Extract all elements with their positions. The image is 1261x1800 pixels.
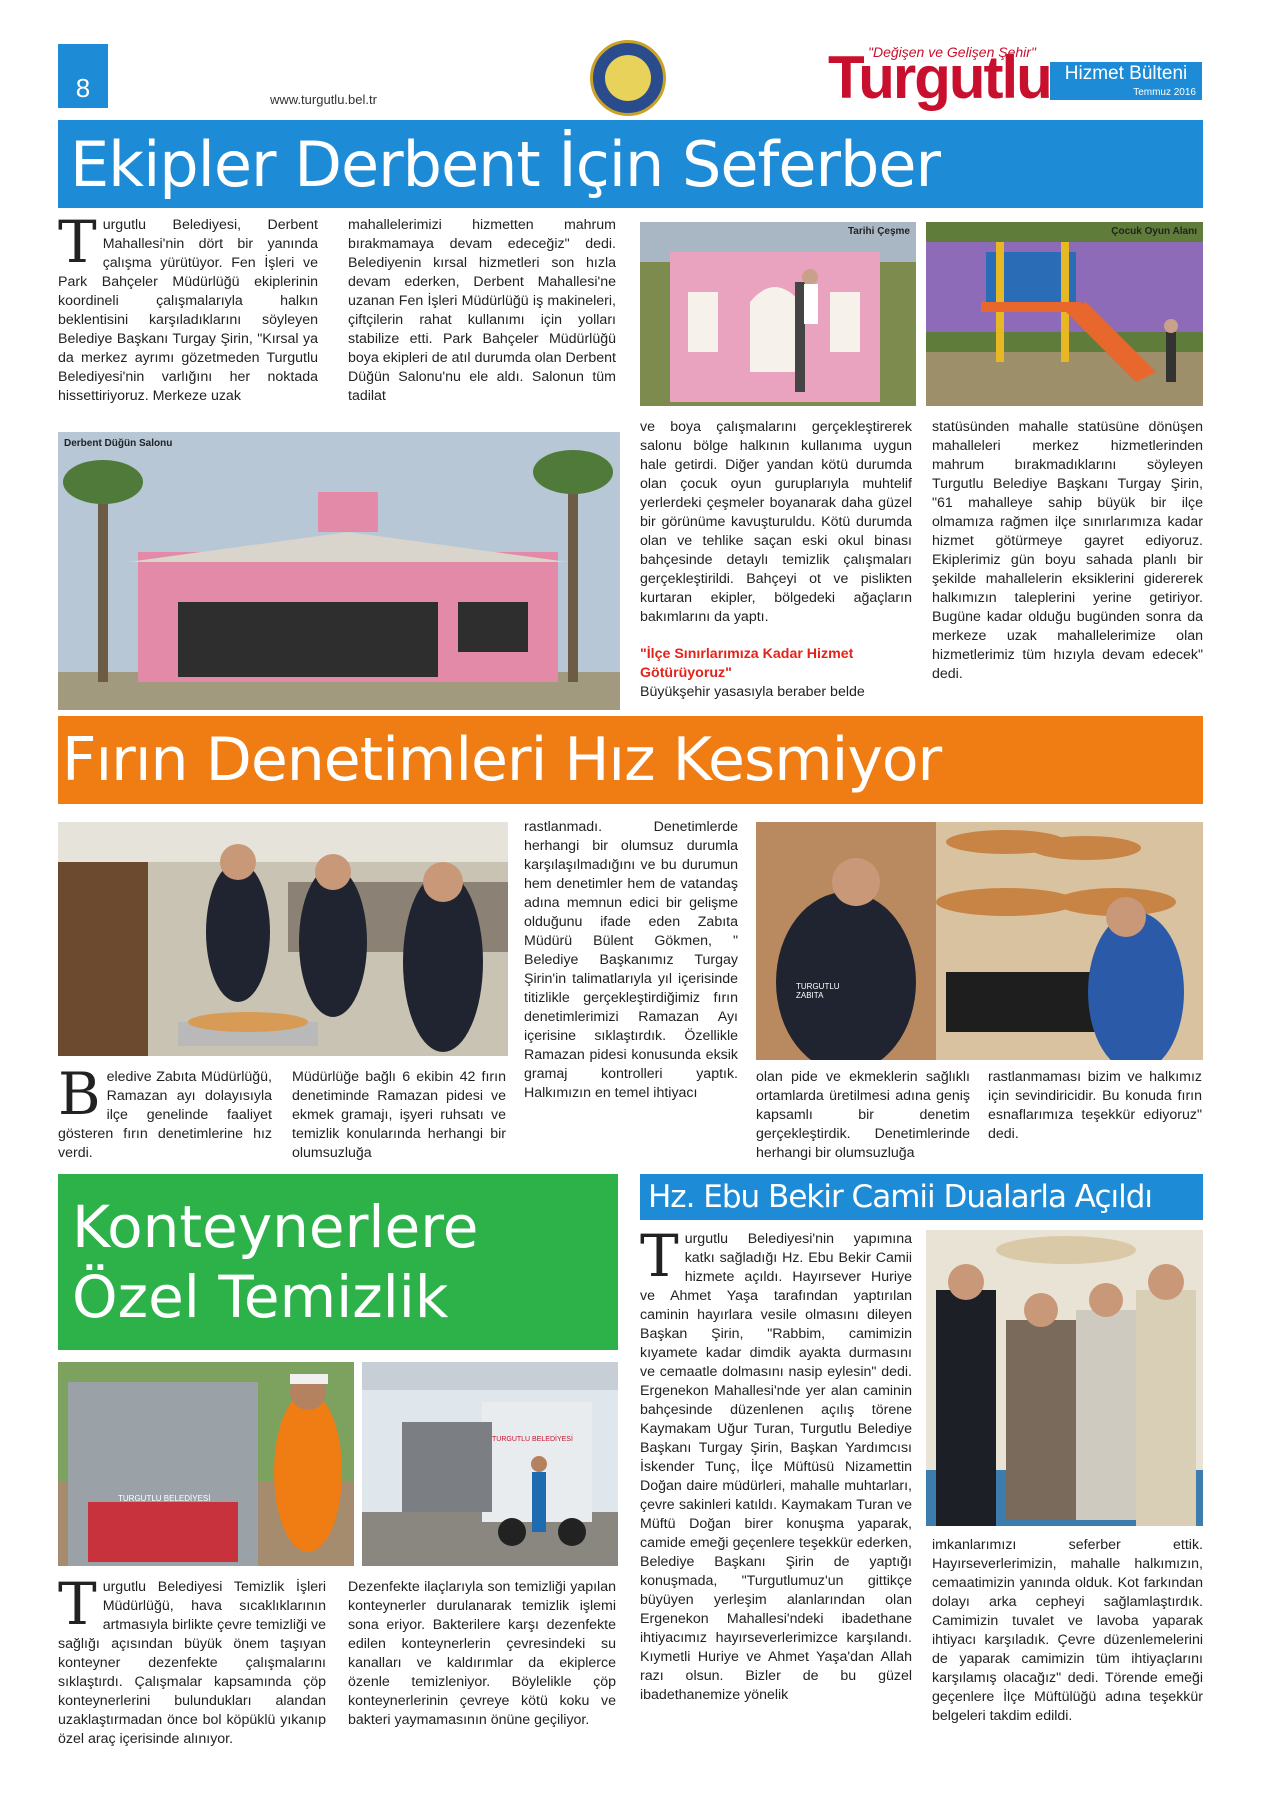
playground-photo: Çocuk Oyun Alanı bbox=[926, 222, 1203, 406]
website-url[interactable]: www.turgutlu.bel.tr bbox=[270, 92, 377, 107]
municipality-seal-logo bbox=[590, 40, 666, 116]
truck-brand-label: TURGUTLU BELEDİYESİ bbox=[492, 1436, 573, 1443]
article4-col2: imkanlarımızı seferber ettik. Hayırsever… bbox=[932, 1537, 1203, 1724]
drop-cap: B bbox=[58, 1060, 101, 1128]
article1-col4: statüsünden mahalle statüsüne dönüşen ma… bbox=[932, 419, 1203, 682]
article1-subheading: "İlçe Sınırlarımıza Kadar Hizmet Götürüy… bbox=[640, 646, 854, 681]
bulletin-title: Hizmet Bülteni bbox=[1050, 62, 1202, 86]
washing-truck-photo: TURGUTLU BELEDİYESİ bbox=[362, 1362, 618, 1566]
article3-headline-line1: Konteynerlere bbox=[72, 1193, 479, 1261]
article2-col3: rastlanmadı. Denetimlerde herhangi bir o… bbox=[524, 819, 738, 1101]
page-number: 8 bbox=[58, 44, 108, 108]
article2-col5: rastlanmaması bizim ve halkımız için sev… bbox=[988, 1069, 1202, 1142]
drop-cap: T bbox=[58, 1570, 97, 1638]
bakery-inspection-photo-1 bbox=[58, 822, 508, 1056]
container-brand-label: TURGUTLU BELEDİYESİ bbox=[118, 1494, 211, 1503]
caption-wedding-hall: Derbent Düğün Salonu bbox=[64, 438, 173, 449]
fountain-photo: Tarihi Çeşme bbox=[640, 222, 916, 406]
drop-cap: T bbox=[58, 208, 97, 276]
article3-headline: Konteynerlere Özel Temizlik bbox=[58, 1174, 618, 1350]
container-washing-photo: TURGUTLU BELEDİYESİ bbox=[58, 1362, 354, 1566]
article1-col2: mahallelerimizi hizmetten mahrum bırakma… bbox=[348, 217, 616, 404]
article3-col2: Dezenfekte ilaçlarıyla son temizliği yap… bbox=[348, 1579, 616, 1728]
bakery-inspection-photo-2: TURGUTLU ZABITA bbox=[756, 822, 1203, 1060]
article4-col1: Turgutlu Belediyesi'nin yapımına katkı s… bbox=[640, 1222, 912, 1703]
caption-playground: Çocuk Oyun Alanı bbox=[1111, 226, 1197, 237]
zabita-label: TURGUTLU ZABITA bbox=[796, 982, 840, 1000]
caption-fountain: Tarihi Çeşme bbox=[847, 226, 910, 237]
mosque-opening-photo bbox=[926, 1230, 1203, 1526]
article1-headline: Ekipler Derbent İçin Seferber bbox=[58, 120, 1203, 208]
article3-headline-line2: Özel Temizlik bbox=[72, 1263, 449, 1331]
drop-cap: T bbox=[640, 1222, 679, 1290]
article4-headline: Hz. Ebu Bekir Camii Dualarla Açıldı bbox=[640, 1174, 1203, 1220]
article2-col4: olan pide ve ekmeklerin sağlıklı ortamla… bbox=[756, 1069, 970, 1161]
article1-col1: Turgutlu Belediyesi, Derbent Mahallesi'n… bbox=[58, 208, 318, 404]
article2-headline: Fırın Denetimleri Hız Kesmiyor bbox=[58, 716, 1203, 804]
article2-col2: Müdürlüğe bağlı 6 ekibin 42 fırın deneti… bbox=[292, 1069, 506, 1161]
article1-col3: ve boya çalışmalarını gerçekleştirerek s… bbox=[640, 419, 912, 700]
article2-col1: Beledive Zabıta Müdürlüğü, Ramazan ayı d… bbox=[58, 1060, 272, 1161]
article3-col1: Turgutlu Belediyesi Temizlik İşleri Müdü… bbox=[58, 1570, 326, 1747]
wedding-hall-photo: Derbent Düğün Salonu bbox=[58, 432, 620, 710]
bulletin-date: Temmuz 2016 bbox=[1050, 86, 1202, 100]
brand-logo-text: Turgutlu bbox=[828, 44, 1053, 111]
